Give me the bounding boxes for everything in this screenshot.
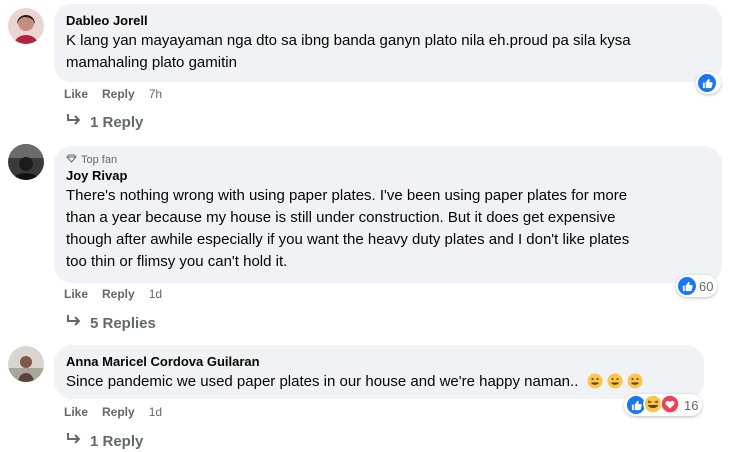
replies-count: 1 Reply bbox=[90, 113, 144, 131]
grinning-emoji-icon bbox=[587, 373, 607, 390]
comment-actions: Like Reply 7h bbox=[64, 87, 162, 101]
reply-arrow-icon bbox=[66, 314, 82, 332]
reaction-summary[interactable] bbox=[696, 72, 721, 94]
grinning-emoji-icon bbox=[627, 373, 643, 390]
like-reaction-icon bbox=[678, 277, 696, 295]
like-button[interactable]: Like bbox=[64, 287, 88, 301]
comment-text-line: There's nothing wrong with using paper p… bbox=[66, 187, 628, 204]
view-replies-button[interactable]: 5 Replies bbox=[66, 314, 156, 332]
comment-bubble: Anna Maricel Cordova Guilaran Since pand… bbox=[54, 345, 704, 399]
comment-actions: Like Reply 1d bbox=[64, 405, 162, 419]
reply-arrow-icon bbox=[66, 113, 82, 131]
grinning-emoji-icon bbox=[607, 373, 627, 390]
view-replies-button[interactable]: 1 Reply bbox=[66, 432, 143, 450]
comment-author[interactable]: Dableo Jorell bbox=[66, 12, 710, 30]
reply-arrow-icon bbox=[66, 432, 82, 450]
comment-author[interactable]: Joy Rivap bbox=[66, 167, 710, 185]
comment-actions: Like Reply 1d bbox=[64, 287, 162, 301]
comment-text-line: K lang yan mayayaman nga dto sa ibng ban… bbox=[66, 32, 631, 49]
like-button[interactable]: Like bbox=[64, 87, 88, 101]
comment-text-line: mamahaling plato gamitin bbox=[66, 54, 237, 71]
top-fan-badge: Top fan bbox=[66, 153, 710, 167]
timestamp[interactable]: 7h bbox=[149, 87, 162, 101]
comment-text-line: Since pandemic we used paper plates in o… bbox=[66, 373, 579, 390]
comment-text-line: than a year because my house is still un… bbox=[66, 209, 616, 226]
like-button[interactable]: Like bbox=[64, 405, 88, 419]
timestamp[interactable]: 1d bbox=[149, 405, 162, 419]
like-reaction-icon bbox=[698, 74, 716, 92]
comment-bubble: Dableo Jorell K lang yan mayayaman nga d… bbox=[54, 4, 722, 82]
reply-button[interactable]: Reply bbox=[102, 287, 135, 301]
comment-text-line: too thin or flimsy you can't hold it. bbox=[66, 253, 288, 270]
reply-button[interactable]: Reply bbox=[102, 87, 135, 101]
avatar[interactable] bbox=[8, 8, 44, 44]
replies-count: 5 Replies bbox=[90, 314, 156, 332]
diamond-icon bbox=[66, 153, 77, 167]
view-replies-button[interactable]: 1 Reply bbox=[66, 113, 143, 131]
avatar[interactable] bbox=[8, 144, 44, 180]
reaction-count: 16 bbox=[684, 397, 699, 413]
replies-count: 1 Reply bbox=[90, 432, 144, 450]
reaction-summary[interactable]: 60 bbox=[676, 275, 718, 297]
reaction-summary[interactable]: 16 bbox=[624, 393, 703, 417]
love-reaction-icon bbox=[660, 393, 680, 417]
comment-author[interactable]: Anna Maricel Cordova Guilaran bbox=[66, 353, 692, 371]
comment-text-line: though after awhile especially if you wa… bbox=[66, 231, 630, 248]
reaction-count: 60 bbox=[699, 278, 714, 294]
reply-button[interactable]: Reply bbox=[102, 405, 135, 419]
badge-label: Top fan bbox=[81, 154, 118, 166]
comment-text: Since pandemic we used paper plates in o… bbox=[66, 371, 692, 393]
avatar[interactable] bbox=[8, 346, 44, 382]
timestamp[interactable]: 1d bbox=[149, 287, 162, 301]
comment-bubble: Top fan Joy Rivap There's nothing wrong … bbox=[54, 146, 722, 283]
